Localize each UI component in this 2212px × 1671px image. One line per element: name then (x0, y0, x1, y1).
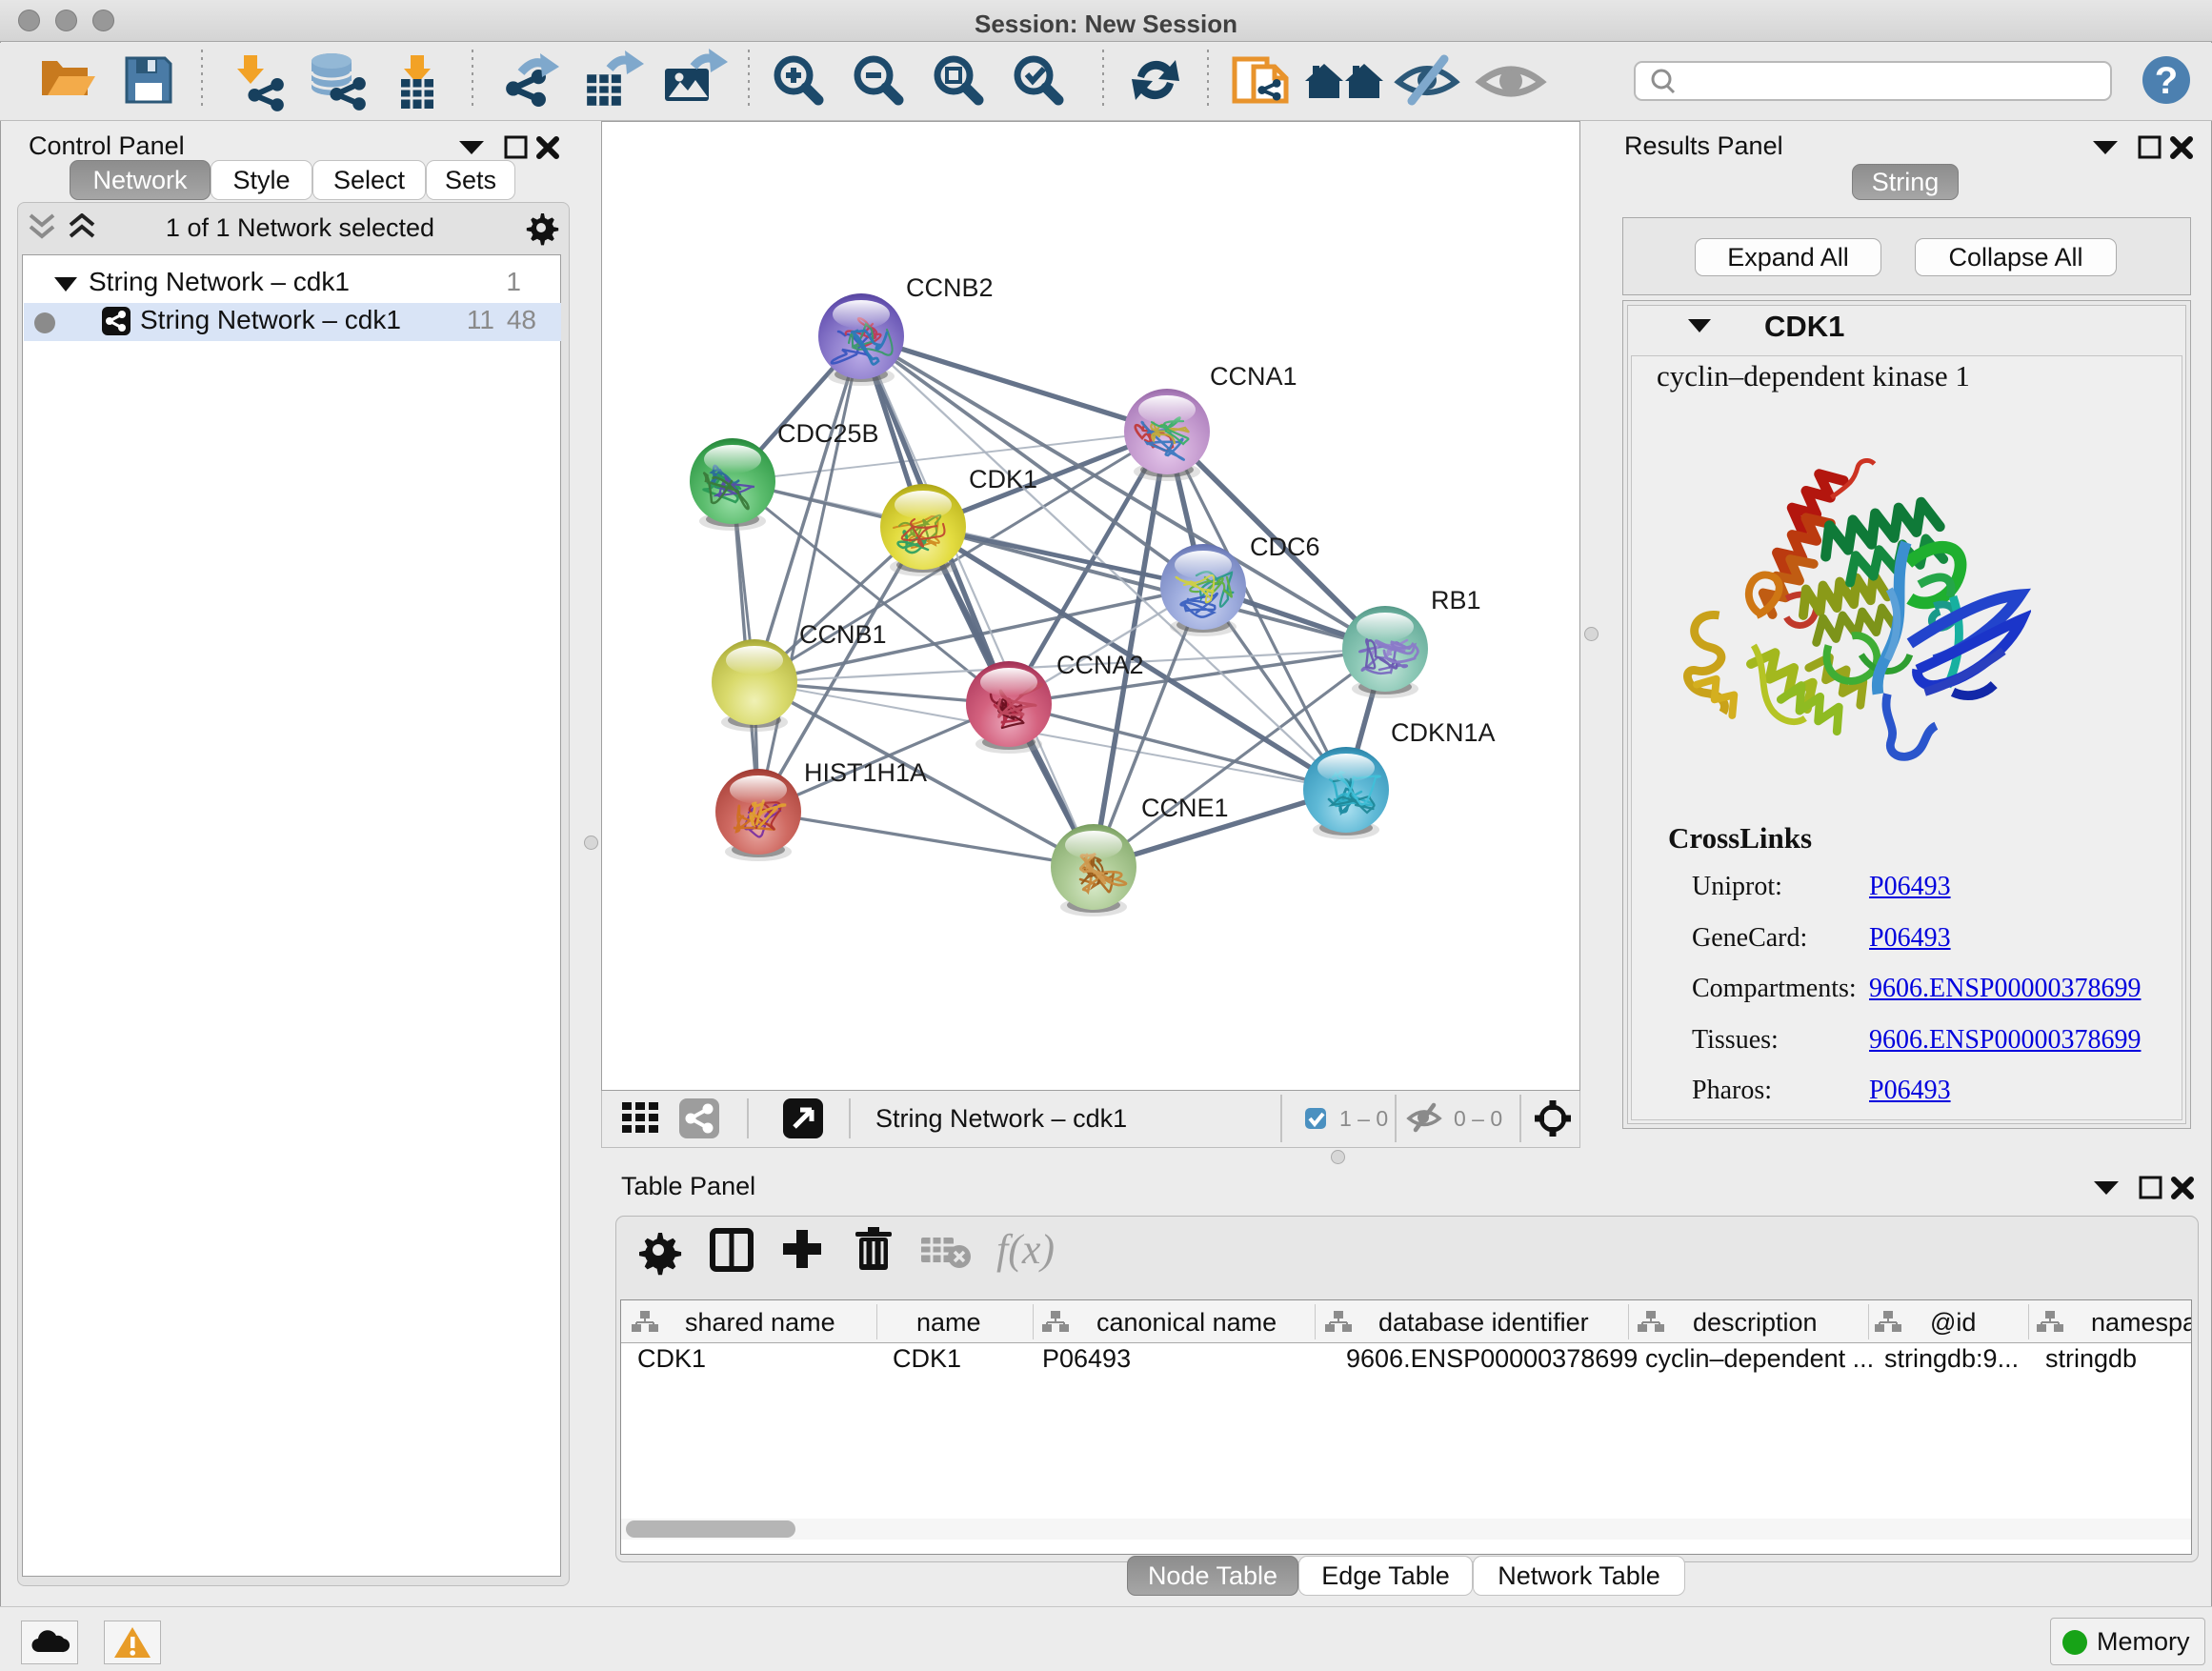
svg-text:0 – 0: 0 – 0 (1454, 1106, 1502, 1131)
svg-text:CCNE1: CCNE1 (1141, 794, 1229, 822)
svg-text:CDK1: CDK1 (969, 465, 1037, 493)
svg-text:CCNA1: CCNA1 (1210, 362, 1297, 391)
svg-text:f(x): f(x) (996, 1227, 1055, 1273)
svg-text:HIST1H1A: HIST1H1A (804, 758, 927, 787)
svg-text:CDC25B: CDC25B (777, 419, 879, 448)
svg-text:?: ? (2155, 60, 2178, 102)
svg-text:CCNA2: CCNA2 (1056, 651, 1144, 679)
svg-text:CCNB1: CCNB1 (799, 620, 887, 649)
svg-text:CCNB2: CCNB2 (906, 273, 994, 302)
svg-text:1 – 0: 1 – 0 (1339, 1106, 1388, 1131)
svg-text:CDC6: CDC6 (1250, 533, 1320, 561)
svg-text:String Network – cdk1: String Network – cdk1 (875, 1104, 1127, 1133)
svg-text:CDKN1A: CDKN1A (1391, 718, 1496, 747)
svg-text:RB1: RB1 (1431, 586, 1481, 614)
